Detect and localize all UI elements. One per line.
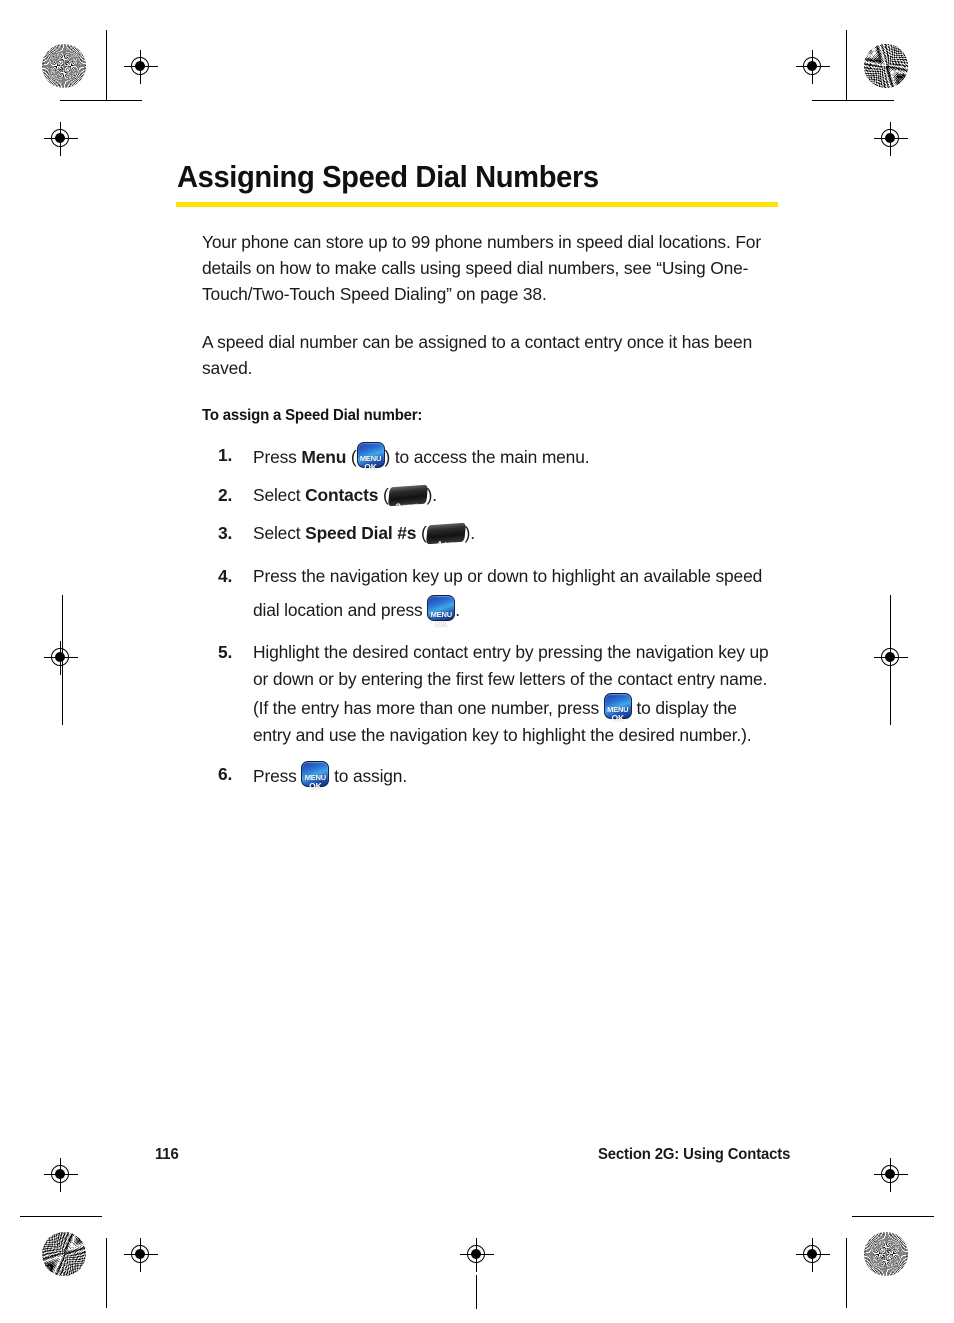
step-text-before: Press (253, 447, 302, 468)
registration-rosette-top-left (42, 44, 86, 88)
intro-paragraph-2: A speed dial number can be assigned to a… (202, 332, 753, 379)
step-text-before: Select (253, 523, 306, 544)
step-text-mid: ( (378, 485, 389, 506)
footer-section-label: Section 2G: Using Contacts (597, 1146, 790, 1163)
procedure-step-list: 1. Press Menu (MENU OK) to access the main… (202, 442, 778, 791)
intro-paragraph-1: Your phone can store up to 99 phone numb… (202, 232, 761, 305)
title-accent-rule (176, 202, 778, 208)
list-item: 2. Select Contacts (9WXYZ). (202, 482, 778, 509)
menu-ok-key-line2: OK (435, 619, 448, 630)
step-number: 3. (218, 523, 233, 544)
step-text-mid: ( (346, 447, 357, 468)
menu-ok-key-icon: MENU OK (427, 595, 456, 629)
menu-ok-key-line2: OK (309, 781, 322, 792)
step-text-before: Select (253, 485, 306, 506)
registration-crosshair-lower-left (44, 1158, 78, 1192)
registration-crosshair-top-right (796, 50, 830, 84)
step-text-after: . (455, 600, 460, 621)
list-item: 4. Press the navigation key up or down to… (202, 559, 778, 629)
step-number: 2. (218, 485, 233, 506)
body-block: Your phone can store up to 99 phone numb… (202, 229, 778, 791)
menu-ok-key-icon: MENU OK (301, 761, 330, 791)
registration-rosette-bottom-right (864, 1232, 908, 1276)
step-number: 4. (218, 566, 233, 587)
registration-rosette-top-right (864, 44, 908, 88)
menu-ok-key-line2: OK (364, 462, 377, 473)
trim-line-top-left-horizontal (60, 100, 142, 101)
menu-ok-key-icon: MENU OK (603, 693, 632, 723)
step-number: 6. (218, 764, 233, 785)
number-key-digit: 9 (395, 502, 401, 507)
step-text-after: ). (426, 485, 437, 506)
footer-page-number: 116 (155, 1146, 179, 1163)
trim-line-mid-right (890, 595, 891, 725)
trim-line-bottom-right-horizontal (852, 1216, 934, 1217)
trim-line-bottom-left-vertical (106, 1238, 107, 1308)
list-item: 1. Press Menu (MENU OK) to access the main… (202, 442, 778, 472)
menu-ok-key-icon: MENU OK (356, 442, 385, 472)
step-number: 1. (218, 445, 233, 466)
step-keyword: Menu (301, 447, 347, 468)
procedure-lead-in: To assign a Speed Dial number: (202, 407, 423, 425)
registration-crosshair-mid-left (44, 641, 78, 675)
number-key-letters: GHI (443, 542, 453, 545)
trim-line-mid-left (62, 595, 63, 725)
trim-line-bottom-left-horizontal (20, 1216, 102, 1217)
list-item: 5. Highlight the desired contact entry by… (202, 639, 778, 749)
document-page: Assigning Speed Dial Numbers Your phone … (0, 0, 954, 1323)
registration-crosshair-bottom-left (124, 1238, 158, 1272)
number-key-digit: 4 (436, 540, 442, 545)
trim-line-bottom-center (476, 1275, 477, 1309)
step-number: 5. (218, 642, 233, 663)
number-key-letters: WXYZ (402, 504, 418, 507)
step-text-after: ). (464, 523, 475, 544)
menu-ok-key-line2: OK (611, 713, 625, 724)
registration-crosshair-bottom-center (460, 1238, 494, 1272)
step-keyword: Speed Dial #s (305, 523, 417, 544)
registration-crosshair-upper-right (874, 122, 908, 156)
registration-rosette-bottom-left (42, 1232, 86, 1276)
registration-crosshair-top-left (124, 50, 158, 84)
step-text-before: Press the navigation key up or down to h… (253, 566, 763, 621)
number-key-icon-4: 4GHI (425, 523, 466, 545)
list-item: 6. Press MENU OK to assign. (202, 761, 778, 791)
trim-line-bottom-right-vertical (846, 1238, 847, 1308)
trim-line-top-right-horizontal (812, 100, 894, 101)
page-title: Assigning Speed Dial Numbers (176, 159, 599, 194)
registration-crosshair-lower-right (874, 1158, 908, 1192)
step-text-after: ) to access the main menu. (384, 447, 590, 468)
registration-crosshair-mid-right (874, 641, 908, 675)
trim-line-top-right-vertical (846, 30, 847, 100)
registration-crosshair-bottom-right (796, 1238, 830, 1272)
registration-crosshair-upper-left (44, 122, 78, 156)
trim-line-top-left-vertical (106, 30, 107, 100)
list-item: 3. Select Speed Dial #s (4GHI). (202, 520, 778, 547)
page-footer: 116 Section 2G: Using Contacts (155, 1146, 790, 1164)
step-text-before: Press (253, 766, 302, 787)
page-content: Assigning Speed Dial Numbers Your phone … (176, 159, 778, 791)
step-keyword: Contacts (305, 485, 379, 506)
step-text-after: to assign. (329, 766, 408, 787)
number-key-icon-9: 9WXYZ (387, 485, 428, 507)
step-text-mid: ( (416, 523, 427, 544)
